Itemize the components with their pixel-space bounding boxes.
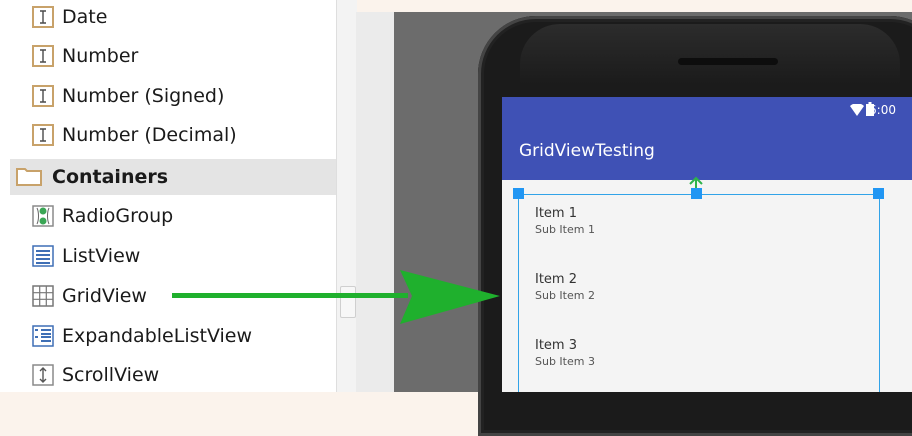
palette-scrollbar[interactable]: [336, 0, 357, 392]
grid-item-title: Item 1: [535, 206, 577, 221]
device-screen: 6:00 GridViewTesting Item 1 Sub Item 1 I…: [502, 97, 912, 392]
grid-item-title: Item 3: [535, 338, 577, 353]
radiogroup-icon: [32, 205, 54, 227]
grid-item-subtitle: Sub Item 3: [535, 355, 595, 368]
app-bar: GridViewTesting: [502, 124, 912, 180]
scrollview-icon: [32, 364, 54, 386]
palette-item-label: ScrollView: [62, 364, 160, 386]
palette-item-label: Date: [62, 6, 108, 28]
palette-item-scrollview[interactable]: ScrollView: [32, 358, 332, 392]
palette-item-radiogroup[interactable]: RadioGroup: [32, 199, 332, 233]
grid-item-title: Item 2: [535, 272, 577, 287]
resize-handle-top-right[interactable]: [873, 188, 884, 199]
text-field-icon: [32, 6, 54, 28]
category-label: Containers: [52, 166, 169, 188]
grid-item: Item 1 Sub Item 1: [535, 206, 595, 236]
grid-item: Item 2 Sub Item 2: [535, 272, 595, 302]
status-time: 6:00: [869, 103, 896, 117]
status-bar: 6:00: [502, 97, 912, 124]
palette-item-label: ExpandableListView: [62, 325, 253, 347]
resize-handle-top-left[interactable]: [513, 188, 524, 199]
listview-icon: [32, 245, 54, 267]
palette-item-gridview[interactable]: GridView: [32, 279, 332, 313]
palette-item-number[interactable]: Number: [32, 39, 332, 73]
grid-item-subtitle: Sub Item 2: [535, 289, 595, 302]
gridview-icon: [32, 285, 54, 307]
palette-item-label: Number (Signed): [62, 85, 225, 107]
app-title: GridViewTesting: [519, 141, 655, 161]
text-field-icon: [32, 85, 54, 107]
palette-item-number-decimal[interactable]: Number (Decimal): [32, 118, 332, 152]
category-containers[interactable]: Containers: [10, 159, 336, 195]
palette-item-label: Number (Decimal): [62, 124, 237, 146]
device-earpiece: [678, 58, 778, 65]
text-field-icon: [32, 124, 54, 146]
palette-item-expandablelistview[interactable]: ExpandableListView: [32, 319, 332, 353]
grid-item: Item 3 Sub Item 3: [535, 338, 595, 368]
text-field-icon: [32, 45, 54, 67]
expandable-listview-icon: [32, 325, 54, 347]
palette-item-label: Number: [62, 45, 139, 67]
palette-panel: Date Number Number (Signed) Number (Deci…: [0, 0, 340, 392]
palette-item-label: RadioGroup: [62, 205, 174, 227]
palette-item-label: ListView: [62, 245, 141, 267]
palette-scrollbar-thumb[interactable]: [340, 286, 356, 318]
palette-item-label: GridView: [62, 285, 147, 307]
wifi-icon: [850, 102, 864, 121]
resize-handle-top-center[interactable]: [691, 188, 702, 199]
canvas-margin: [356, 12, 394, 392]
device-bezel: [520, 24, 900, 84]
palette-item-number-signed[interactable]: Number (Signed): [32, 79, 332, 113]
grid-item-subtitle: Sub Item 1: [535, 223, 595, 236]
palette-item-date[interactable]: Date: [32, 0, 332, 34]
palette-item-listview[interactable]: ListView: [32, 239, 332, 273]
folder-icon: [16, 166, 44, 188]
